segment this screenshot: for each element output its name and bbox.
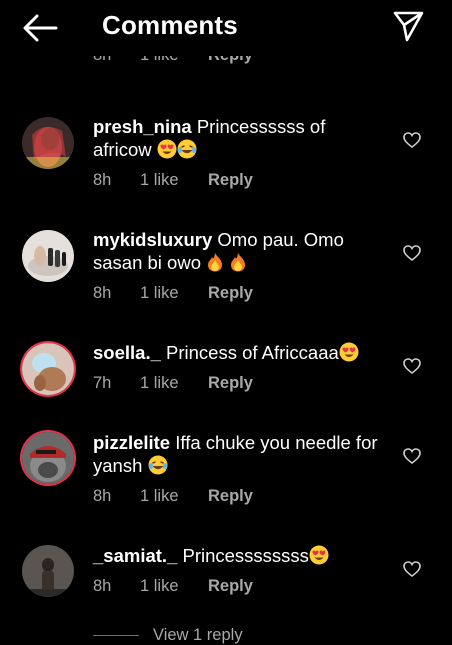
comment-likes[interactable]: 1 like (140, 374, 208, 393)
laughing-tears-emoji (177, 139, 197, 164)
comment-meta: 8h 1 like Reply (93, 577, 253, 596)
comment-username[interactable]: mykidsluxury (93, 229, 212, 250)
comment-meta: 7h 1 like Reply (93, 374, 253, 393)
comment-text: mykidsluxury Omo pau. Omo sasan bi owo (93, 228, 383, 277)
comment-meta: 8h 1 like Reply (93, 284, 253, 303)
comment-username[interactable]: pizzlelite (93, 432, 170, 453)
avatar[interactable] (22, 545, 74, 597)
reply-button[interactable]: Reply (208, 171, 253, 190)
comment-meta: 8h 1 like Reply (93, 487, 253, 506)
comment-time: 8h (93, 171, 112, 189)
avatar[interactable] (22, 343, 74, 395)
comment-username[interactable]: soella._ (93, 342, 161, 363)
comment-time: 8h (93, 284, 112, 302)
heart-icon[interactable] (403, 245, 421, 262)
avatar[interactable] (22, 432, 74, 484)
avatar[interactable] (22, 117, 74, 169)
laughing-tears-emoji (148, 455, 168, 480)
comment-text: presh_nina Princessssss of africow (93, 115, 383, 164)
comment-likes[interactable]: 1 like (140, 487, 208, 506)
comment-time: 8h (93, 577, 112, 595)
comment-likes[interactable]: 1 like (140, 284, 208, 303)
reply-button[interactable]: Reply (208, 284, 253, 303)
fire-emoji (206, 252, 224, 277)
send-icon[interactable] (392, 10, 424, 42)
comment-body: Princess of Africcaaa (166, 342, 339, 363)
page-title: Comments (102, 10, 238, 40)
heart-icon[interactable] (403, 358, 421, 375)
back-arrow-icon[interactable] (22, 12, 58, 44)
fire-emoji (229, 252, 247, 277)
divider-line (93, 635, 139, 636)
heart-icon[interactable] (403, 561, 421, 578)
comment-meta: 8h 1 like Reply (93, 171, 253, 190)
heart-eyes-emoji (157, 139, 177, 164)
heart-icon[interactable] (403, 132, 421, 149)
comment-text: soella._ Princess of Africcaaa (93, 341, 383, 367)
heart-icon[interactable] (403, 448, 421, 465)
view-replies-button[interactable]: View 1 reply (93, 626, 243, 645)
comment-text: pizzlelite Iffa chuke you needle for yan… (93, 431, 383, 480)
view-replies-label: View 1 reply (153, 626, 243, 644)
reply-button[interactable]: Reply (208, 577, 253, 596)
heart-eyes-emoji (309, 545, 329, 570)
comment-username[interactable]: presh_nina (93, 116, 192, 137)
comment-text: _samiat._ Princessssssss (93, 544, 383, 570)
comment-body: Princessssssss (182, 545, 309, 566)
avatar[interactable] (22, 230, 74, 282)
header: Comments (0, 0, 452, 56)
comment-username[interactable]: _samiat._ (93, 545, 177, 566)
comment-time: 8h (93, 487, 112, 505)
reply-button[interactable]: Reply (208, 487, 253, 506)
comment-time: 7h (93, 374, 112, 392)
comment-likes[interactable]: 1 like (140, 577, 208, 596)
heart-eyes-emoji (339, 342, 359, 367)
reply-button[interactable]: Reply (208, 374, 253, 393)
comment-likes[interactable]: 1 like (140, 171, 208, 190)
